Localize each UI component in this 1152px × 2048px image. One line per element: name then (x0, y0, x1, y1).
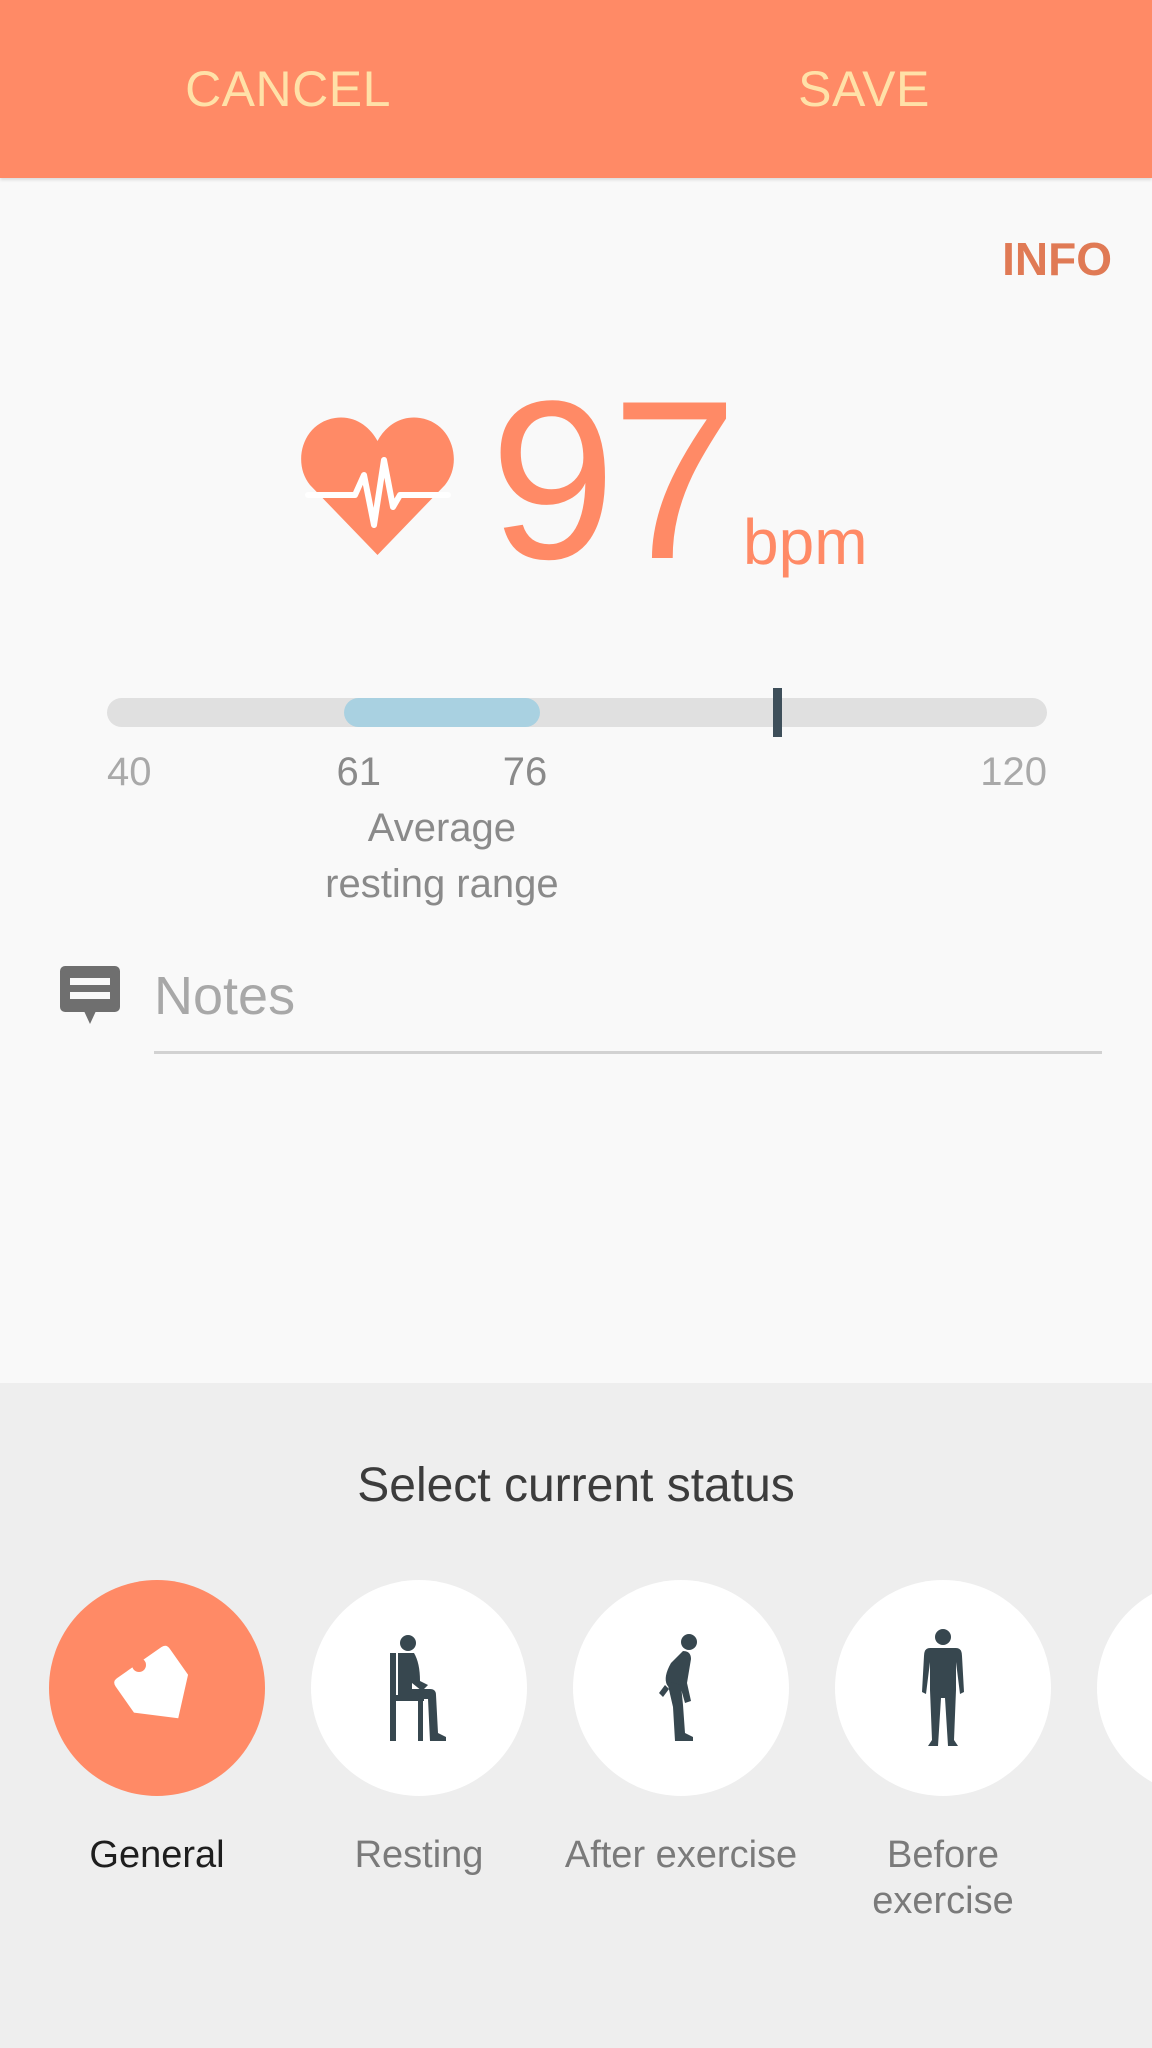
top-action-bar: CANCEL SAVE (0, 0, 1152, 178)
save-button[interactable]: SAVE (576, 0, 1152, 178)
current-value-marker (772, 688, 782, 737)
status-option-label: Resting (354, 1834, 484, 1876)
standing-person-icon (918, 1628, 968, 1748)
resting-high-label: 76 (502, 750, 548, 794)
comment-icon (60, 966, 120, 1024)
status-option-partial[interactable]: B (1074, 1580, 1152, 1878)
status-option-label: General (89, 1834, 225, 1876)
label-line-2: exercise (872, 1880, 1014, 1922)
status-option-resting[interactable]: Resting (288, 1580, 550, 1878)
resting-range-band (343, 698, 540, 727)
status-option-after-exercise[interactable]: After exercise (550, 1580, 812, 1878)
heart-rate-range-bar: 40 61 76 120 Average resting range (107, 688, 1047, 906)
label-line-1: Before (887, 1834, 999, 1876)
caption-line-2: resting range (325, 862, 559, 906)
heart-rate-unit: bpm (743, 506, 868, 578)
sitting-person-icon (384, 1633, 454, 1743)
range-min-label: 40 (107, 750, 152, 794)
status-option-circle (573, 1580, 789, 1796)
status-option-label: B (1074, 1832, 1152, 1878)
status-option-circle (49, 1580, 265, 1796)
status-option-circle (835, 1580, 1051, 1796)
range-max-label: 120 (980, 750, 1047, 794)
tag-icon (102, 1633, 212, 1743)
status-option-label: Before exercise (812, 1832, 1074, 1924)
range-track (107, 698, 1047, 727)
resting-low-label: 61 (336, 750, 382, 794)
status-option-before-exercise[interactable]: Before exercise (812, 1580, 1074, 1924)
caption-line-1: Average (367, 806, 517, 850)
status-title: Select current status (357, 1459, 795, 1512)
status-panel: Select current status General Resting Af… (0, 1383, 1152, 2048)
info-button[interactable]: INFO (1002, 232, 1112, 286)
heart-rate-icon (301, 417, 454, 555)
bent-over-person-icon (651, 1633, 711, 1743)
status-option-general[interactable]: General (26, 1580, 288, 1878)
status-option-label: After exercise (564, 1834, 798, 1876)
resting-range-caption: Average resting range (325, 800, 558, 912)
status-option-circle (311, 1580, 527, 1796)
cancel-button[interactable]: CANCEL (0, 0, 576, 178)
heart-rate-value: 97 (490, 353, 737, 606)
notes-input[interactable] (154, 962, 1102, 1054)
status-option-circle (1097, 1580, 1152, 1796)
